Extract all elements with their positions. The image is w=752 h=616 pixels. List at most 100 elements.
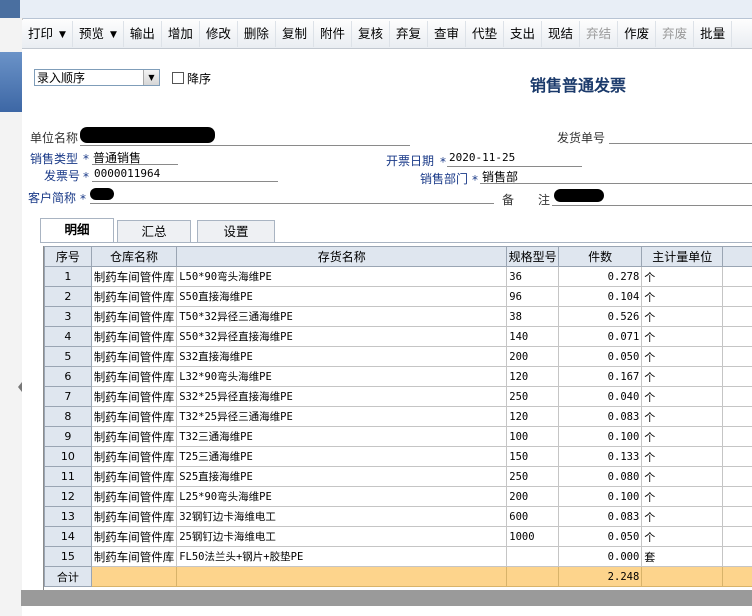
spec-cell[interactable] — [506, 546, 559, 567]
customer-field[interactable] — [90, 203, 494, 204]
toolbar-button[interactable]: 修改 — [200, 21, 238, 47]
spec-cell[interactable]: 200 — [506, 346, 559, 367]
unit-cell[interactable]: 个 — [641, 286, 724, 307]
unit-cell[interactable]: 个 — [641, 266, 724, 287]
item-name-cell[interactable]: FL50法兰头+钢片+胶垫PE — [176, 546, 508, 567]
spec-cell[interactable]: 96 — [506, 286, 559, 307]
warehouse-cell[interactable]: 制药车间管件库 — [90, 426, 178, 447]
toolbar-button[interactable]: 弃结 — [580, 21, 619, 47]
dropdown-caret-icon[interactable]: ▼ — [110, 22, 117, 48]
toolbar-button[interactable]: 弃复 — [390, 21, 428, 47]
unit-cell[interactable]: 个 — [641, 486, 724, 507]
table-row[interactable]: 12 制药车间管件库 L25*90弯头海维PE 200 0.100 个 — [44, 486, 752, 507]
toolbar-button[interactable]: 弃废 — [656, 21, 695, 47]
warehouse-cell[interactable]: 制药车间管件库 — [90, 546, 178, 567]
column-header[interactable]: 仓库名称 — [90, 246, 178, 267]
unit-cell[interactable]: 个 — [641, 326, 724, 347]
table-row[interactable]: 5 制药车间管件库 S32直接海维PE 200 0.050 个 — [44, 346, 752, 367]
item-name-cell[interactable]: T32*25异径三通海维PE — [176, 406, 508, 427]
column-header[interactable]: 规格型号 — [506, 246, 559, 267]
table-row[interactable]: 11 制药车间管件库 S25直接海维PE 250 0.080 个 — [44, 466, 752, 487]
table-row[interactable]: 6 制药车间管件库 L32*90弯头海维PE 120 0.167 个 — [44, 366, 752, 387]
column-header[interactable]: 主计量单位 — [641, 246, 724, 267]
quantity-cell[interactable]: 0.083 — [557, 406, 643, 427]
quantity-cell[interactable]: 0.526 — [557, 306, 643, 327]
quantity-cell[interactable]: 0.000 — [557, 546, 643, 567]
toolbar-button[interactable]: 输出 — [124, 21, 162, 47]
quantity-cell[interactable]: 0.050 — [557, 526, 643, 547]
unit-cell[interactable]: 个 — [641, 526, 724, 547]
table-row[interactable]: 10 制药车间管件库 T25三通海维PE 150 0.133 个 — [44, 446, 752, 467]
warehouse-cell[interactable]: 制药车间管件库 — [90, 306, 178, 327]
sort-order-select[interactable]: 录入顺序 ▼ — [34, 69, 160, 86]
tab-settings[interactable]: 设置 — [197, 220, 275, 243]
quantity-cell[interactable]: 0.100 — [557, 426, 643, 447]
item-name-cell[interactable]: S50直接海维PE — [176, 286, 508, 307]
invoice-no-field[interactable]: 0000011964 — [94, 167, 160, 180]
toolbar-button[interactable]: 批量 — [694, 21, 733, 47]
toolbar-button[interactable]: 支出 — [504, 21, 543, 47]
table-row[interactable]: 3 制药车间管件库 T50*32异径三通海维PE 38 0.526 个 — [44, 306, 752, 327]
warehouse-cell[interactable]: 制药车间管件库 — [90, 346, 178, 367]
quantity-cell[interactable]: 0.167 — [557, 366, 643, 387]
toolbar-button[interactable]: 查审 — [428, 21, 467, 47]
warehouse-cell[interactable]: 制药车间管件库 — [90, 366, 178, 387]
warehouse-cell[interactable]: 制药车间管件库 — [90, 526, 178, 547]
warehouse-cell[interactable]: 制药车间管件库 — [90, 386, 178, 407]
warehouse-cell[interactable]: 制药车间管件库 — [90, 266, 178, 287]
item-name-cell[interactable]: S32直接海维PE — [176, 346, 508, 367]
horizontal-scrollbar[interactable] — [21, 590, 752, 606]
chevron-down-icon[interactable]: ▼ — [143, 70, 159, 85]
toolbar-button[interactable]: 现结 — [542, 21, 581, 47]
item-name-cell[interactable]: T50*32异径三通海维PE — [176, 306, 508, 327]
item-name-cell[interactable]: S32*25异径直接海维PE — [176, 386, 508, 407]
unit-cell[interactable]: 个 — [641, 466, 724, 487]
remark-field[interactable] — [552, 205, 752, 206]
table-row[interactable]: 9 制药车间管件库 T32三通海维PE 100 0.100 个 — [44, 426, 752, 447]
spec-cell[interactable]: 250 — [506, 386, 559, 407]
unit-cell[interactable]: 个 — [641, 446, 724, 467]
toolbar-button[interactable]: 删除 — [238, 21, 276, 47]
quantity-cell[interactable]: 0.071 — [557, 326, 643, 347]
table-row[interactable]: 7 制药车间管件库 S32*25异径直接海维PE 250 0.040 个 — [44, 386, 752, 407]
unit-cell[interactable]: 个 — [641, 386, 724, 407]
unit-cell[interactable]: 个 — [641, 426, 724, 447]
toolbar-button[interactable]: 预览 ▼ — [73, 21, 124, 47]
column-header[interactable]: 序号 — [44, 246, 92, 267]
toolbar-button[interactable]: 复制 — [276, 21, 314, 47]
spec-cell[interactable]: 250 — [506, 466, 559, 487]
item-name-cell[interactable]: T25三通海维PE — [176, 446, 508, 467]
toolbar-button[interactable]: 附件 — [314, 21, 352, 47]
item-name-cell[interactable]: L25*90弯头海维PE — [176, 486, 508, 507]
item-name-cell[interactable]: L32*90弯头海维PE — [176, 366, 508, 387]
descending-checkbox[interactable] — [172, 72, 184, 84]
table-row[interactable]: 8 制药车间管件库 T32*25异径三通海维PE 120 0.083 个 — [44, 406, 752, 427]
unit-cell[interactable]: 个 — [641, 406, 724, 427]
quantity-cell[interactable]: 0.040 — [557, 386, 643, 407]
quantity-cell[interactable]: 0.083 — [557, 506, 643, 527]
quantity-cell[interactable]: 0.080 — [557, 466, 643, 487]
table-row[interactable]: 15 制药车间管件库 FL50法兰头+钢片+胶垫PE 0.000 套 — [44, 546, 752, 567]
unit-cell[interactable]: 个 — [641, 506, 724, 527]
warehouse-cell[interactable]: 制药车间管件库 — [90, 406, 178, 427]
item-name-cell[interactable]: 32钢钉边卡海维电工 — [176, 506, 508, 527]
quantity-cell[interactable]: 0.104 — [557, 286, 643, 307]
tab-detail[interactable]: 明细 — [40, 218, 114, 243]
item-name-cell[interactable]: S50*32异径直接海维PE — [176, 326, 508, 347]
spec-cell[interactable]: 120 — [506, 406, 559, 427]
spec-cell[interactable]: 200 — [506, 486, 559, 507]
item-name-cell[interactable]: T32三通海维PE — [176, 426, 508, 447]
quantity-cell[interactable]: 0.278 — [557, 266, 643, 287]
spec-cell[interactable]: 150 — [506, 446, 559, 467]
invoice-date-field[interactable]: 2020-11-25 — [449, 151, 515, 164]
column-header[interactable]: 件数 — [557, 246, 643, 267]
spec-cell[interactable]: 1000 — [506, 526, 559, 547]
toolbar-button[interactable]: 代垫 — [466, 21, 505, 47]
item-name-cell[interactable]: L50*90弯头海维PE — [176, 266, 508, 287]
table-row[interactable]: 14 制药车间管件库 25钢钉边卡海维电工 1000 0.050 个 — [44, 526, 752, 547]
ship-no-field[interactable] — [609, 143, 752, 144]
table-row[interactable]: 2 制药车间管件库 S50直接海维PE 96 0.104 个 — [44, 286, 752, 307]
item-name-cell[interactable]: S25直接海维PE — [176, 466, 508, 487]
quantity-cell[interactable]: 0.100 — [557, 486, 643, 507]
warehouse-cell[interactable]: 制药车间管件库 — [90, 446, 178, 467]
